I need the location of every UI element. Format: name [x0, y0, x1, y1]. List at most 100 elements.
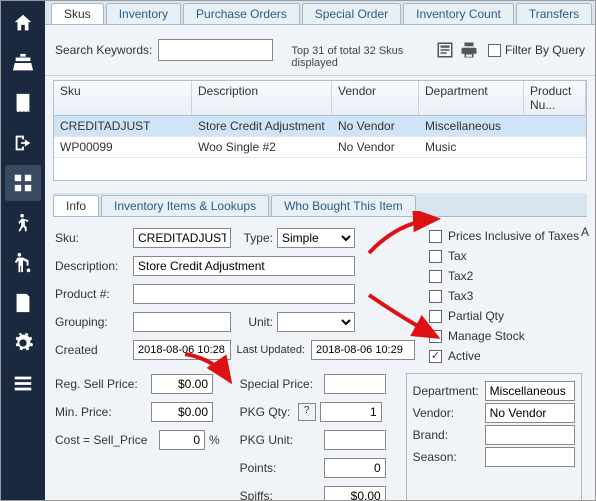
tab-inventory-lookups[interactable]: Inventory Items & Lookups — [101, 195, 269, 216]
cell-desc: Woo Single #2 — [192, 137, 332, 157]
cell-prod — [524, 137, 586, 157]
season-label: Season: — [413, 450, 481, 464]
active-label: Active — [448, 349, 481, 363]
created-label: Created — [55, 343, 129, 357]
last-updated-field — [311, 340, 415, 360]
type-label: Type: — [235, 231, 273, 245]
pkg-qty-field[interactable] — [320, 402, 382, 422]
table-row[interactable]: CREDITADJUST Store Credit Adjustment No … — [54, 116, 586, 137]
pkg-unit-field[interactable] — [324, 430, 386, 450]
pkg-unit-label: PKG Unit: — [240, 433, 320, 447]
receipt-icon[interactable] — [5, 85, 41, 121]
tab-who-bought[interactable]: Who Bought This Item — [271, 195, 416, 216]
search-label: Search Keywords: — [55, 43, 152, 57]
app-sidebar — [1, 1, 45, 500]
search-toolbar: Search Keywords: Top 31 of total 32 Skus… — [45, 25, 595, 76]
main-panel: Skus Inventory Purchase Orders Special O… — [45, 1, 595, 500]
min-price-field[interactable] — [151, 402, 213, 422]
vendor-field[interactable] — [485, 403, 575, 423]
cell-vendor: No Vendor — [332, 137, 419, 157]
reg-price-label: Reg. Sell Price: — [55, 377, 147, 391]
report-icon[interactable] — [5, 285, 41, 321]
cost-label: Cost = Sell_Price — [55, 433, 155, 447]
brand-label: Brand: — [413, 428, 481, 442]
grouping-label: Grouping: — [55, 315, 129, 329]
description-field[interactable] — [133, 256, 355, 276]
export-icon[interactable] — [5, 125, 41, 161]
product-no-label: Product #: — [55, 287, 129, 301]
cell-dept: Miscellaneous — [419, 116, 524, 136]
type-select[interactable]: Simple — [277, 228, 355, 248]
col-department[interactable]: Department — [419, 81, 524, 115]
tab-transfers[interactable]: Transfers — [516, 3, 592, 24]
register-icon[interactable] — [5, 45, 41, 81]
filter-query-checkbox[interactable] — [488, 44, 501, 57]
module-tabs: Skus Inventory Purchase Orders Special O… — [45, 1, 595, 25]
product-no-field[interactable] — [133, 284, 355, 304]
cart-person-icon[interactable] — [5, 245, 41, 281]
prices-inclusive-checkbox[interactable] — [429, 230, 442, 243]
cell-sku: WP00099 — [54, 137, 192, 157]
table-row[interactable]: WP00099 Woo Single #2 No Vendor Music — [54, 137, 586, 158]
grid-header: Sku Description Vendor Department Produc… — [54, 81, 586, 116]
pkg-qty-label: PKG Qty: — [240, 405, 294, 419]
results-summary: Top 31 of total 32 Skus displayed — [281, 31, 426, 69]
sku-label: Sku: — [55, 231, 129, 245]
pricing-panel: Reg. Sell Price: Min. Price: Cost = Sell… — [45, 373, 595, 500]
cell-sku: CREDITADJUST — [54, 116, 192, 136]
spiffs-field[interactable] — [324, 486, 386, 500]
tax2-checkbox[interactable] — [429, 270, 442, 283]
print-icon[interactable] — [458, 39, 480, 61]
vendor-label: Vendor: — [413, 406, 481, 420]
partial-qty-label: Partial Qty — [448, 309, 504, 323]
flags-panel: Prices Inclusive of Taxes Tax Tax2 Tax3 … — [429, 227, 579, 363]
menu-icon[interactable] — [5, 365, 41, 401]
form-view-icon[interactable] — [434, 39, 456, 61]
tab-inventory-count[interactable]: Inventory Count — [403, 3, 514, 24]
sku-field[interactable] — [133, 228, 231, 248]
tax2-label: Tax2 — [448, 269, 473, 283]
description-label: Description: — [55, 259, 129, 273]
tab-skus[interactable]: Skus — [51, 3, 104, 24]
points-label: Points: — [240, 461, 320, 475]
brand-field[interactable] — [485, 425, 575, 445]
right-indicator: A — [581, 225, 589, 239]
col-product-number[interactable]: Product Nu... — [524, 81, 586, 115]
tab-info[interactable]: Info — [53, 195, 99, 216]
pkg-qty-help-button[interactable]: ? — [298, 403, 316, 421]
partial-qty-checkbox[interactable] — [429, 310, 442, 323]
sku-grid: Sku Description Vendor Department Produc… — [53, 80, 587, 181]
tax-label: Tax — [448, 249, 467, 263]
pct-suffix: % — [209, 433, 220, 447]
tax3-checkbox[interactable] — [429, 290, 442, 303]
special-price-label: Special Price: — [240, 377, 320, 391]
home-icon[interactable] — [5, 5, 41, 41]
unit-label: Unit: — [235, 315, 273, 329]
walk-icon[interactable] — [5, 205, 41, 241]
unit-select[interactable] — [277, 312, 355, 332]
special-price-field[interactable] — [324, 374, 386, 394]
manage-stock-label: Manage Stock — [448, 329, 525, 343]
info-panel: Sku: Type: Simple Description: Product #… — [45, 217, 595, 373]
col-description[interactable]: Description — [192, 81, 332, 115]
tax-checkbox[interactable] — [429, 250, 442, 263]
cell-prod — [524, 116, 586, 136]
last-updated-label: Last Updated: — [235, 344, 307, 356]
manage-stock-checkbox[interactable] — [429, 330, 442, 343]
col-vendor[interactable]: Vendor — [332, 81, 419, 115]
department-box: Department: Vendor: Brand: Season: — [406, 373, 582, 500]
season-field[interactable] — [485, 447, 575, 467]
col-sku[interactable]: Sku — [54, 81, 192, 115]
grid-icon[interactable] — [5, 165, 41, 201]
tab-purchase-orders[interactable]: Purchase Orders — [183, 3, 300, 24]
department-field[interactable] — [485, 381, 575, 401]
tab-special-order[interactable]: Special Order — [302, 3, 401, 24]
reg-price-field[interactable] — [151, 374, 213, 394]
active-checkbox[interactable] — [429, 350, 442, 363]
cost-pct-field[interactable] — [159, 430, 205, 450]
tab-inventory[interactable]: Inventory — [106, 3, 181, 24]
settings-icon[interactable] — [5, 325, 41, 361]
search-input[interactable] — [158, 39, 273, 61]
grouping-field[interactable] — [133, 312, 231, 332]
points-field[interactable] — [324, 458, 386, 478]
